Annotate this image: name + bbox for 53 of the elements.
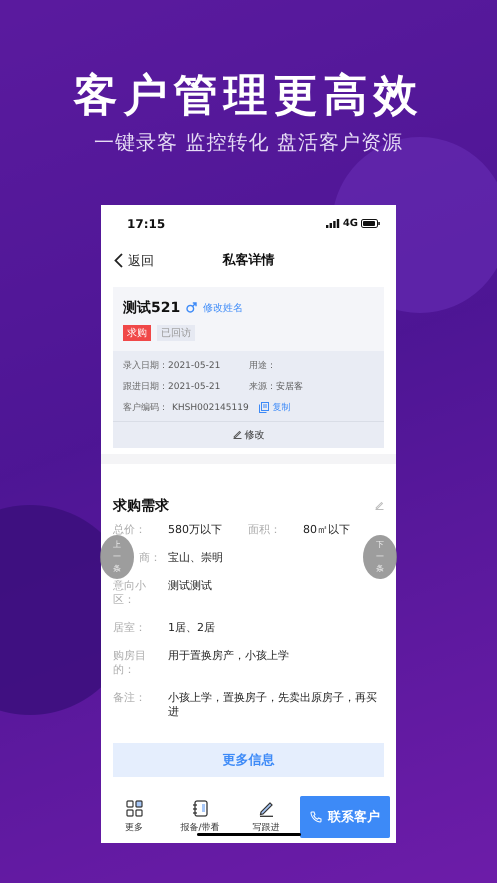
field-label: 录入日期： [123, 360, 168, 373]
field-value: 580万以下 [168, 522, 223, 537]
headline: 客户管理更高效 [74, 70, 424, 123]
rename-link[interactable]: 修改姓名 [203, 300, 244, 315]
contact-button[interactable]: 联系客户 [300, 796, 390, 838]
copy-icon [258, 402, 269, 414]
field-value: 2021-05-21 [168, 380, 220, 394]
field-label: 来源： [249, 380, 276, 394]
pen-icon [258, 800, 274, 817]
back-button[interactable]: 返回 [114, 252, 154, 270]
field-value: 测试测试 [168, 578, 212, 594]
field-value: 2021-05-21 [168, 360, 220, 373]
field-label: 居室： [113, 620, 147, 635]
copy-link[interactable]: 复制 [258, 401, 291, 414]
subheadline: 一键录客 监控转化 盘活客户资源 [94, 128, 403, 156]
section-title: 求购需求 [113, 496, 169, 515]
field-label: 购房目的： [113, 648, 147, 677]
battery-icon [361, 219, 380, 228]
grid-icon [126, 800, 142, 817]
previous-button[interactable]: 上一条 [100, 534, 134, 579]
male-icon [186, 302, 198, 314]
phone-icon [310, 810, 322, 823]
signal-icon [326, 219, 340, 228]
field-label: 面积： [248, 522, 282, 537]
field-label: 总价： [113, 522, 147, 537]
field-label: 用途： [249, 360, 276, 373]
toolbar-button[interactable]: 报备/带看 [167, 800, 233, 834]
notebook-icon [192, 800, 208, 817]
toolbar-button[interactable]: 更多 [101, 800, 167, 834]
field-label: 备注： [113, 690, 147, 706]
field-label: 客户编码： [123, 402, 168, 415]
field-label: 意向小区： [113, 578, 147, 607]
field-label: 跟进日期： [123, 380, 168, 394]
field-value: 1居、2居 [168, 620, 215, 635]
pencil-icon [232, 430, 242, 440]
status-time: 17:15 [127, 216, 166, 231]
field-value: 安居客 [276, 380, 303, 394]
toolbar-button[interactable]: 写跟进 [233, 800, 299, 834]
field-value: 80㎡以下 [303, 522, 350, 537]
field-value: 宝山、崇明 [168, 550, 223, 565]
back-icon [114, 253, 123, 268]
customer-name: 测试521 [123, 298, 180, 317]
field-value: KHSH002145119 [172, 402, 249, 415]
more-info-button[interactable]: 更多信息 [113, 742, 384, 777]
field-value: 用于置换房产，小孩上学 [168, 648, 289, 664]
next-button[interactable]: 下一条 [363, 534, 397, 579]
edit-button[interactable]: 修改 [113, 422, 384, 448]
tag: 求购 [123, 324, 151, 341]
field-value: 小孩上学，置换房子，先卖出原房子，再买进 [168, 690, 378, 719]
tag: 已回访 [157, 324, 195, 341]
pencil-icon[interactable] [375, 501, 384, 510]
network-label: 4G [342, 218, 358, 230]
page-title: 私客详情 [222, 252, 274, 269]
